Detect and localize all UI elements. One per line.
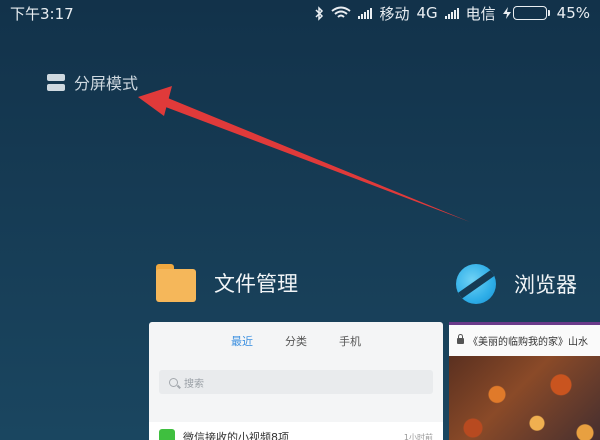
app-name-files: 文件管理 (214, 272, 298, 296)
files-search-field[interactable]: 搜索 (159, 370, 433, 394)
tab-phone[interactable]: 手机 (339, 333, 361, 356)
wechat-icon (159, 429, 175, 440)
browser-page-title: 《美丽的临购我的家》山水 (468, 337, 588, 348)
browser-icon (456, 264, 496, 304)
app-header-files[interactable]: 文件管理 (156, 264, 298, 302)
folder-icon (156, 264, 196, 302)
recent-card-files[interactable]: 最近 分类 手机 搜索 微信接收的小视频8项 1小时前 (149, 322, 443, 440)
tab-category[interactable]: 分类 (285, 333, 307, 356)
list-item[interactable]: 微信接收的小视频8项 1小时前 (149, 422, 443, 440)
browser-page-image (449, 356, 600, 440)
list-item-title: 微信接收的小视频8项 (183, 431, 289, 440)
app-header-browser[interactable]: 浏览器 (456, 264, 577, 304)
list-item-time: 1小时前 (403, 432, 433, 440)
search-icon (169, 377, 178, 387)
tab-recent[interactable]: 最近 (231, 333, 253, 356)
recent-card-browser[interactable]: 《美丽的临购我的家》山水 (449, 322, 600, 440)
files-tabs: 最近 分类 手机 (149, 322, 443, 356)
browser-url-bar[interactable]: 《美丽的临购我的家》山水 (449, 322, 600, 356)
lock-icon (457, 333, 464, 344)
search-placeholder: 搜索 (184, 378, 204, 390)
app-name-browser: 浏览器 (514, 273, 577, 297)
